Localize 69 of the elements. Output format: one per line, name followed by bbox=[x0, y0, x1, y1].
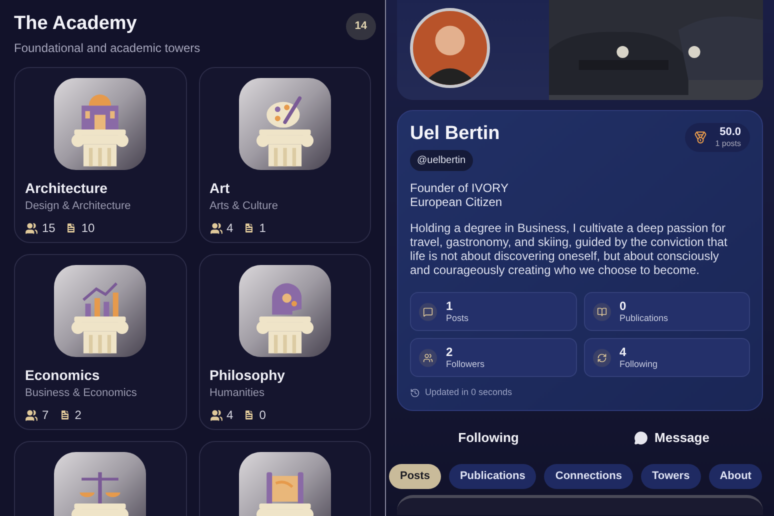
document-icon bbox=[58, 409, 71, 421]
speech-bubble-icon bbox=[634, 430, 648, 444]
stat-value: 4 bbox=[620, 346, 628, 358]
section-title: The Academy bbox=[14, 12, 138, 36]
tower-name: Art bbox=[210, 179, 231, 197]
tower-name: Economics bbox=[25, 366, 101, 384]
tower-name: Architecture bbox=[25, 179, 108, 197]
members-icon bbox=[210, 408, 222, 422]
stat-value: 0 bbox=[620, 300, 628, 312]
stat-label: Followers bbox=[446, 360, 485, 369]
member-count: 15 bbox=[42, 220, 56, 237]
book-icon bbox=[592, 302, 610, 320]
member-count: 4 bbox=[226, 407, 234, 424]
stat-tile[interactable]: 0 Publications bbox=[584, 292, 750, 331]
following-button[interactable]: Following bbox=[397, 422, 580, 454]
profile-tab[interactable]: Publications bbox=[448, 464, 536, 488]
stat-tile[interactable]: 1 Posts bbox=[410, 292, 576, 331]
document-count: 1 bbox=[259, 220, 266, 237]
members-icon bbox=[25, 408, 38, 422]
member-count: 4 bbox=[226, 220, 234, 237]
members-icon bbox=[25, 222, 38, 234]
message-button[interactable]: Message bbox=[580, 422, 763, 454]
stat-label: Publications bbox=[620, 314, 668, 323]
document-count: 2 bbox=[74, 407, 82, 424]
profile-tab[interactable]: About bbox=[708, 464, 762, 488]
document-icon bbox=[243, 409, 256, 421]
tower-icon bbox=[54, 265, 146, 357]
stat-label: Posts bbox=[446, 314, 469, 323]
score-value: 50.0 bbox=[720, 127, 741, 138]
people-icon bbox=[419, 348, 437, 366]
tower-card[interactable]: Economics Business & Economics 7 2 bbox=[14, 254, 186, 430]
medal-icon bbox=[694, 131, 708, 144]
section-subtitle: Foundational and academic towers bbox=[14, 40, 200, 57]
tower-icon bbox=[238, 78, 331, 170]
tower-category: Arts & Culture bbox=[210, 199, 279, 213]
updated-text: Updated in 0 seconds bbox=[425, 386, 512, 399]
tower-category: Humanities bbox=[210, 386, 266, 400]
stat-value: 1 bbox=[446, 300, 454, 312]
tower-name: Philosophy bbox=[210, 366, 286, 384]
username-tag: @uelbertin bbox=[410, 150, 473, 171]
document-count: 0 bbox=[259, 407, 266, 424]
count-badge: 14 bbox=[346, 13, 376, 40]
stat-value: 2 bbox=[446, 346, 454, 358]
profile-name: Uel Bertin bbox=[410, 123, 500, 145]
tower-category: Business & Economics bbox=[25, 386, 138, 400]
headline-text: European Citizen bbox=[410, 195, 504, 209]
document-icon bbox=[243, 222, 256, 234]
chat-icon bbox=[419, 302, 437, 320]
tower-card[interactable]: Art Arts & Culture 4 1 bbox=[198, 67, 371, 243]
stat-label: Following bbox=[620, 360, 658, 369]
tower-icon bbox=[238, 265, 331, 357]
refresh-icon bbox=[592, 348, 610, 366]
stat-tile[interactable]: 2 Followers bbox=[410, 338, 576, 377]
profile-tab[interactable]: Towers bbox=[641, 464, 701, 488]
stat-tile[interactable]: 4 Following bbox=[584, 338, 750, 377]
tower-icon bbox=[54, 78, 146, 170]
history-icon bbox=[410, 388, 420, 398]
profile-tab[interactable]: Posts bbox=[389, 464, 441, 488]
tower-card[interactable]: Philosophy Humanities 4 0 bbox=[198, 254, 371, 430]
document-icon bbox=[65, 222, 78, 234]
bio-text: Holding a degree in Business, I cultivate a deep passion for travel, gastronomy, and skiing, guided by the conviction that life is not about discovering oneself, but about consciously and courageously creating who we choose to become. bbox=[410, 221, 728, 277]
headline-text: Founder of IVORY bbox=[410, 181, 510, 195]
score-caption: 1 posts bbox=[715, 140, 741, 148]
tower-category: Design & Architecture bbox=[25, 199, 132, 213]
profile-tab[interactable]: Connections bbox=[544, 464, 633, 488]
members-icon bbox=[210, 222, 222, 234]
member-count: 7 bbox=[42, 407, 49, 424]
document-count: 10 bbox=[81, 220, 95, 237]
tower-card[interactable]: Architecture Design & Architecture 15 10 bbox=[14, 67, 186, 243]
